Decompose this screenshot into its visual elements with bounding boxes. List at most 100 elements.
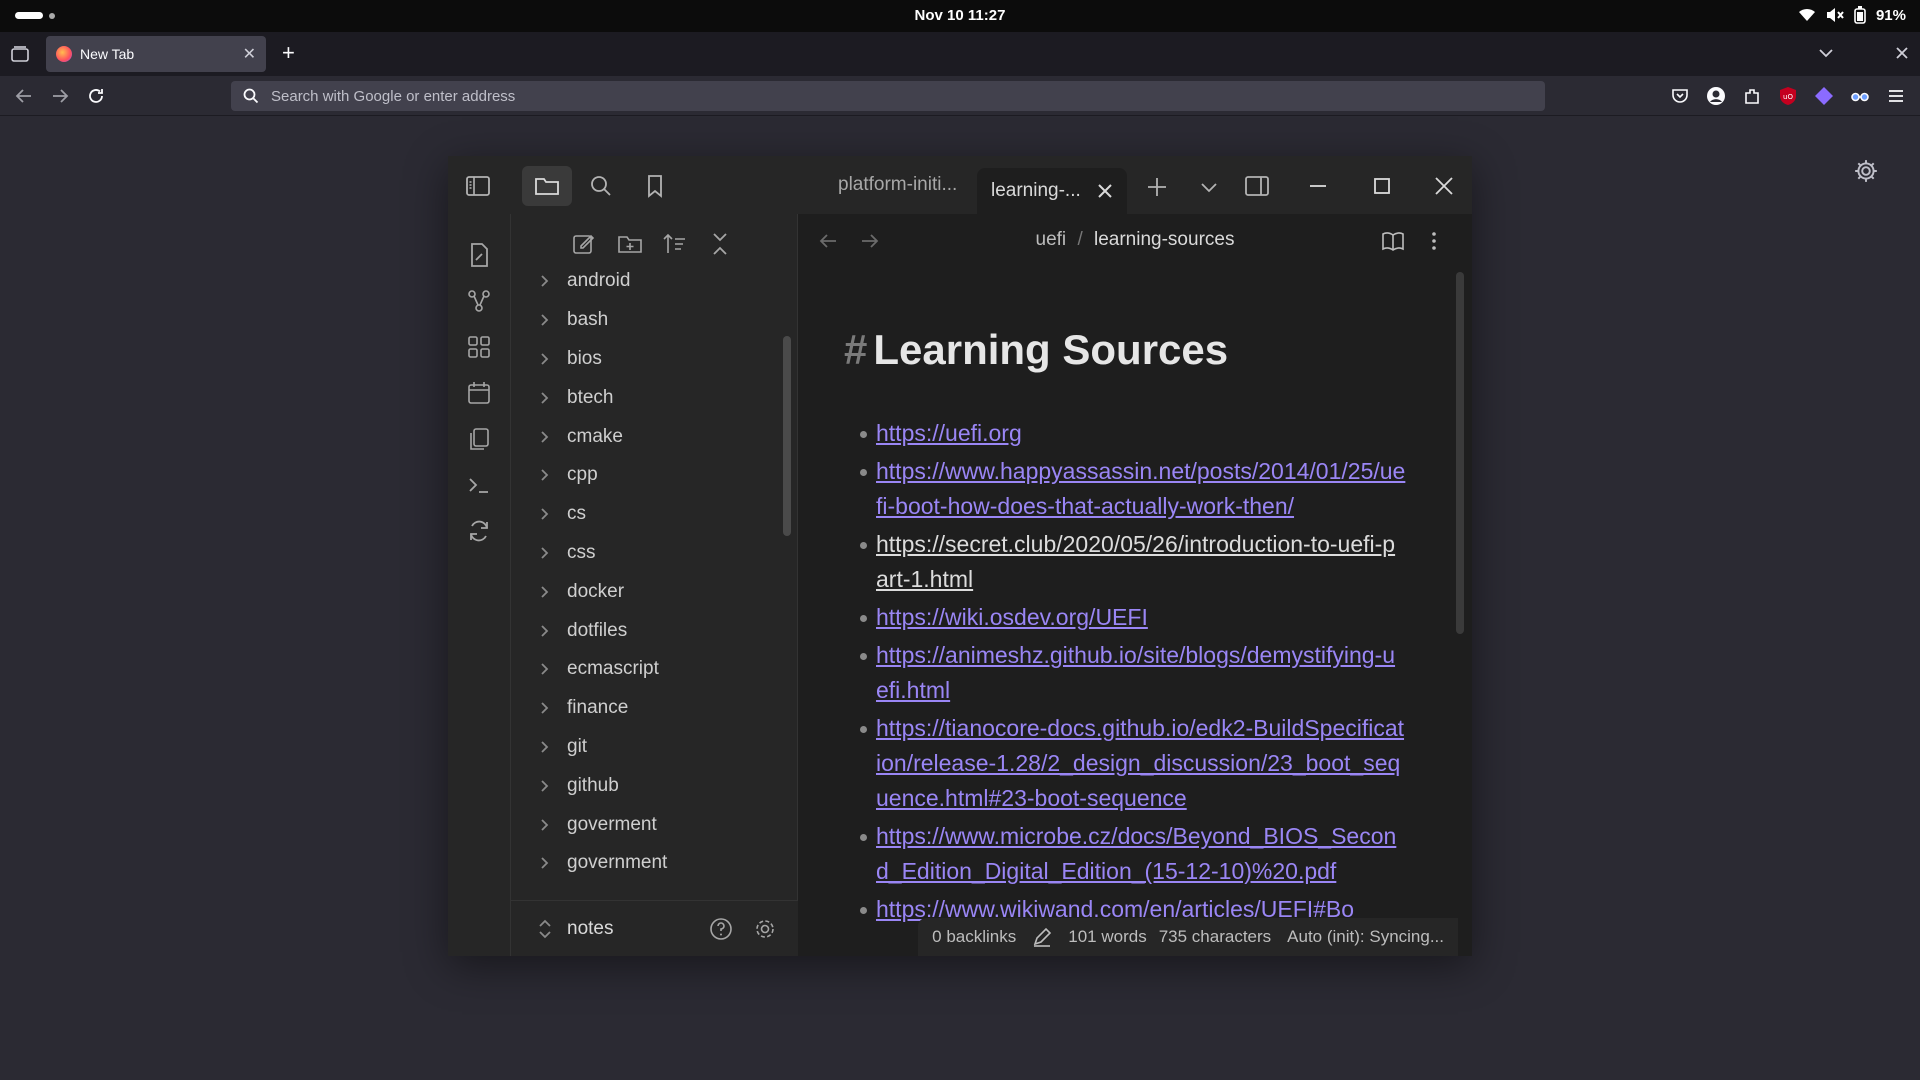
browser-tab-new-tab[interactable]: New Tab ✕ <box>46 36 266 72</box>
link[interactable]: https://wiki.osdev.org/UEFI <box>876 604 1148 630</box>
folder-item[interactable]: docker <box>511 572 781 611</box>
heading-marker: # <box>844 326 868 373</box>
account-icon[interactable] <box>1706 86 1726 106</box>
list-all-tabs-icon[interactable] <box>1818 47 1834 59</box>
editor-pane: uefi / learning-sources # Learning Source… <box>798 214 1472 956</box>
tab-list-chevron-icon[interactable] <box>1196 174 1222 200</box>
folder-item[interactable]: government <box>511 844 781 883</box>
folder-item[interactable]: cpp <box>511 456 781 495</box>
bookmark-icon[interactable] <box>642 173 668 199</box>
extensions-icon[interactable] <box>1742 86 1762 106</box>
search-icon[interactable] <box>588 173 614 199</box>
pocket-icon[interactable] <box>1670 86 1690 106</box>
collapse-all-icon[interactable] <box>707 231 733 257</box>
chevron-right-icon <box>541 314 549 326</box>
menu-icon[interactable] <box>1886 86 1906 106</box>
folder-item[interactable]: goverment <box>511 805 781 844</box>
canvas-icon[interactable] <box>466 334 492 360</box>
chevron-right-icon <box>541 663 549 675</box>
new-note-icon[interactable] <box>466 242 492 268</box>
link[interactable]: https://animeshz.github.io/site/blogs/de… <box>876 642 1395 703</box>
breadcrumb-separator: / <box>1077 229 1083 250</box>
note-heading[interactable]: # Learning Sources <box>844 326 1228 374</box>
tab-list-icon[interactable] <box>11 46 29 62</box>
chevron-right-icon <box>541 430 549 443</box>
reload-icon[interactable] <box>86 86 106 106</box>
minimize-icon[interactable] <box>1305 173 1331 199</box>
close-window-icon[interactable] <box>1431 173 1457 199</box>
link[interactable]: https://www.happyassassin.net/posts/2014… <box>876 458 1405 519</box>
breadcrumb-parent[interactable]: uefi <box>1036 229 1067 250</box>
folder-label: css <box>567 541 596 563</box>
folder-item[interactable]: github <box>511 766 781 805</box>
chevron-right-icon <box>541 353 549 365</box>
folder-item[interactable]: btech <box>511 378 781 417</box>
link[interactable]: https://secret.club/2020/05/26/introduct… <box>876 531 1395 592</box>
tab-platform-init[interactable]: platform-initi... <box>838 168 957 202</box>
file-explorer-tab-button[interactable] <box>522 166 572 206</box>
newtab-settings-icon[interactable] <box>1853 158 1879 184</box>
chevron-right-icon <box>541 547 549 559</box>
right-sidebar-toggle-icon[interactable] <box>1244 173 1270 199</box>
list-item: https://wiki.osdev.org/UEFI <box>860 600 1406 635</box>
reading-view-icon[interactable] <box>1381 229 1405 253</box>
folder-item[interactable]: dotfiles <box>511 611 781 650</box>
more-options-icon[interactable] <box>1422 229 1446 253</box>
sync-status[interactable]: Auto (init): Syncing... <box>1287 927 1444 947</box>
browser-nav-bar: Search with Google or enter address uO <box>0 76 1920 116</box>
folder-tree: android bash bios btech cmake cpp cs css docker d… <box>511 262 781 883</box>
folder-item[interactable]: css <box>511 534 781 573</box>
folder-item[interactable]: cs <box>511 495 781 534</box>
address-bar[interactable]: Search with Google or enter address <box>231 81 1545 111</box>
chevron-right-icon <box>541 392 549 404</box>
sidebar-toggle-icon[interactable] <box>465 173 491 199</box>
list-item: https://www.happyassassin.net/posts/2014… <box>860 454 1406 524</box>
explorer-scrollbar[interactable] <box>783 336 791 536</box>
folder-item[interactable]: git <box>511 728 781 767</box>
terminal-icon[interactable] <box>466 472 492 498</box>
close-tab-icon[interactable]: ✕ <box>243 44 256 64</box>
chevron-right-icon <box>541 624 549 637</box>
vault-name[interactable]: notes <box>567 918 613 940</box>
volume-muted-icon <box>1826 8 1844 22</box>
back-icon[interactable] <box>14 86 34 106</box>
graph-icon[interactable] <box>466 288 492 314</box>
new-folder-icon[interactable] <box>617 231 643 257</box>
folder-label: finance <box>567 697 629 719</box>
edit-mode-icon[interactable] <box>1032 927 1052 947</box>
system-status-area[interactable]: 91% <box>1798 6 1906 24</box>
folder-item[interactable]: ecmascript <box>511 650 781 689</box>
calendar-icon[interactable] <box>466 380 492 406</box>
close-tab-icon[interactable] <box>1097 183 1113 199</box>
ublock-icon[interactable]: uO <box>1778 86 1798 106</box>
folder-item[interactable]: bash <box>511 301 781 340</box>
glasses-icon[interactable] <box>1850 86 1870 106</box>
sync-icon[interactable] <box>466 518 492 544</box>
folder-item[interactable]: finance <box>511 689 781 728</box>
proton-icon[interactable] <box>1814 86 1834 106</box>
new-note-icon[interactable] <box>571 231 597 257</box>
vault-switch-icon[interactable] <box>537 919 553 939</box>
backlinks-count[interactable]: 0 backlinks <box>932 927 1016 947</box>
system-clock[interactable]: Nov 10 11:27 <box>0 7 1920 24</box>
maximize-icon[interactable] <box>1369 173 1395 199</box>
folder-item[interactable]: cmake <box>511 417 781 456</box>
sort-icon[interactable] <box>662 231 688 257</box>
new-tab-button[interactable]: + <box>282 40 295 66</box>
help-icon[interactable] <box>708 916 734 942</box>
close-window-icon[interactable] <box>1896 47 1908 59</box>
tab-learning-sources[interactable]: learning-... <box>977 168 1127 214</box>
link[interactable]: https://uefi.org <box>876 420 1022 446</box>
breadcrumb: uefi / learning-sources <box>798 229 1472 251</box>
new-tab-icon[interactable] <box>1144 174 1170 200</box>
editor-scrollbar[interactable] <box>1456 272 1464 634</box>
templates-icon[interactable] <box>466 426 492 452</box>
breadcrumb-current[interactable]: learning-sources <box>1094 229 1234 250</box>
folder-label: btech <box>567 386 614 408</box>
settings-icon[interactable] <box>752 916 778 942</box>
forward-icon[interactable] <box>50 86 70 106</box>
link[interactable]: https://www.microbe.cz/docs/Beyond_BIOS_… <box>876 823 1396 884</box>
link[interactable]: https://tianocore-docs.github.io/edk2-Bu… <box>876 715 1404 811</box>
folder-item[interactable]: bios <box>511 340 781 379</box>
folder-item[interactable]: android <box>511 262 781 301</box>
